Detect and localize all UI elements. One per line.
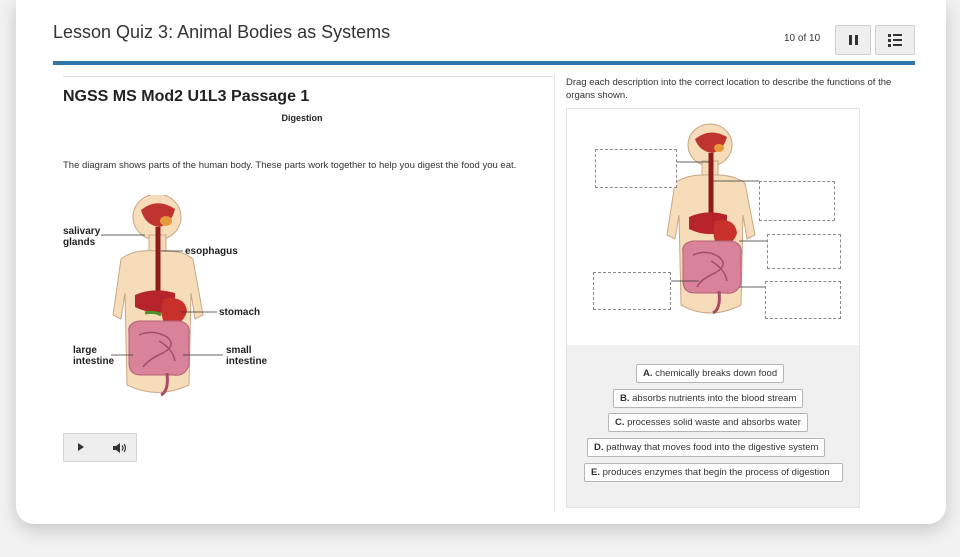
- label-esophagus: esophagus: [185, 246, 238, 257]
- label-large: large: [73, 345, 97, 356]
- label-stomach: stomach: [219, 307, 260, 318]
- play-icon[interactable]: [78, 443, 84, 451]
- option-a[interactable]: A. chemically breaks down food: [636, 364, 785, 383]
- passage-subtitle: Digestion: [281, 113, 323, 123]
- list-icon: [888, 33, 902, 47]
- option-b[interactable]: B. absorbs nutrients into the blood stre…: [613, 389, 804, 408]
- drop-zone-stomach[interactable]: [767, 234, 841, 269]
- pause-icon: [848, 35, 858, 45]
- quiz-card: Lesson Quiz 3: Animal Bodies as Systems …: [16, 0, 946, 524]
- drop-zone-large-intestine[interactable]: [593, 272, 671, 310]
- drag-drop-panel: A. chemically breaks down food B. absorb…: [566, 108, 860, 508]
- drop-zone-salivary[interactable]: [595, 149, 677, 188]
- question-list-button[interactable]: [875, 25, 915, 55]
- label-glands: glands: [63, 237, 96, 248]
- volume-icon[interactable]: [112, 441, 128, 455]
- label-salivary: salivary: [63, 226, 101, 237]
- label-small: small: [226, 345, 252, 356]
- drop-zone-small-intestine[interactable]: [765, 281, 841, 319]
- option-d[interactable]: D. pathway that moves food into the dige…: [587, 438, 826, 457]
- option-e[interactable]: E. produces enzymes that begin the proce…: [584, 463, 843, 482]
- label-small-intestine: intestine: [226, 356, 268, 367]
- question-instruction: Drag each description into the correct l…: [566, 77, 892, 101]
- passage-title: NGSS MS Mod2 U1L3 Passage 1: [63, 88, 310, 105]
- page-title: Lesson Quiz 3: Animal Bodies as Systems: [53, 22, 391, 42]
- question-counter: 10 of 10: [784, 33, 821, 44]
- header-rule: [53, 61, 915, 65]
- drop-zone-esophagus[interactable]: [759, 181, 835, 221]
- option-c[interactable]: C. processes solid waste and absorbs wat…: [608, 413, 808, 432]
- body-figure: [112, 195, 204, 397]
- passage-top-rule: [63, 76, 553, 77]
- audio-player: [63, 433, 137, 462]
- passage-text: The diagram shows parts of the human bod…: [63, 160, 517, 171]
- pause-button[interactable]: [835, 25, 871, 55]
- panel-divider: [554, 74, 555, 512]
- digestive-system-diagram: salivary glands esophagus stomach large …: [63, 195, 268, 397]
- label-large-intestine: intestine: [73, 356, 115, 367]
- drop-canvas: [567, 109, 859, 345]
